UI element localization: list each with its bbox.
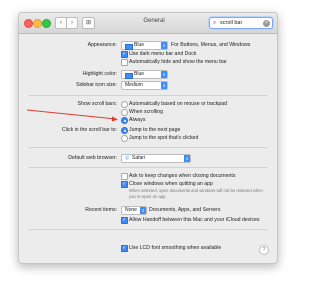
annotation-arrow-line (26, 109, 117, 120)
system-preferences-window: ‹ › ⊞ General ⌕ scroll bar × Appearance:… (18, 12, 278, 264)
annotation-arrow-head (112, 116, 118, 122)
annotation-arrow (26, 109, 118, 122)
